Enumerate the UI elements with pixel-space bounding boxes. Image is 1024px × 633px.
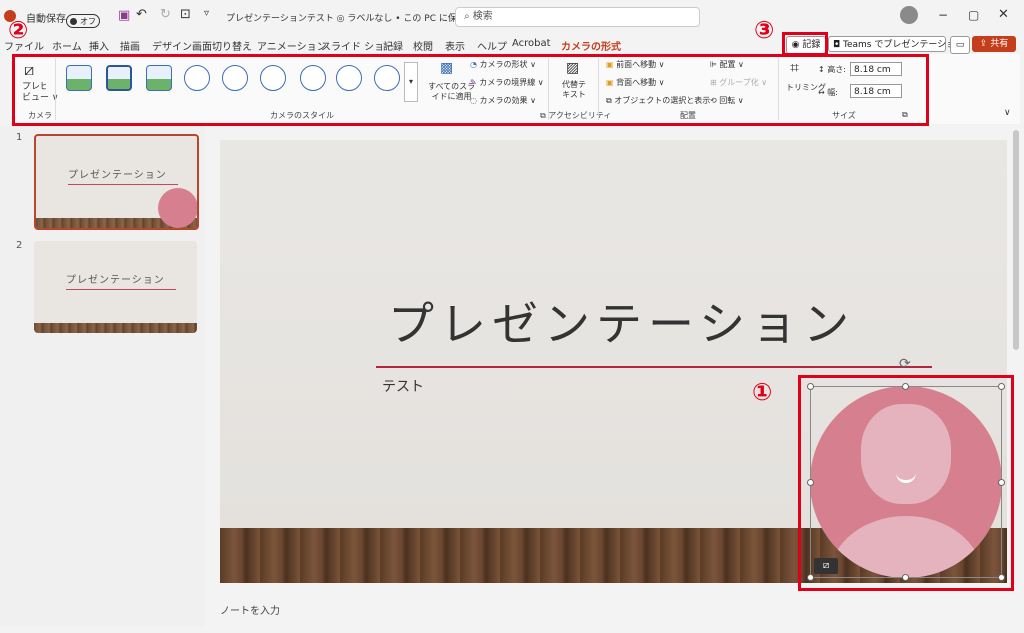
tab-help[interactable]: ヘルプ — [477, 38, 507, 53]
callout-2: ② — [8, 16, 29, 44]
teams-present-button[interactable]: ◘ Teams でプレゼンテーション — [828, 36, 964, 52]
slide-thumbnail-2[interactable]: プレゼンテーション — [34, 241, 197, 333]
tab-insert[interactable]: 挿入 — [89, 38, 109, 53]
customize-icon[interactable]: ▿ — [204, 8, 209, 19]
notes-pane[interactable]: ノートを入力 — [220, 602, 1007, 626]
search-icon: ⌕ — [464, 11, 473, 22]
tab-acrobat[interactable]: Acrobat — [512, 38, 551, 49]
tab-record[interactable]: 記録 — [383, 38, 403, 53]
tab-home[interactable]: ホーム — [52, 38, 82, 53]
doc-info[interactable]: プレゼンテーションテスト ◎ ラベルなし • この PC に保存済み ∨ — [226, 11, 493, 24]
title-bar: 自動保存 オフ ▣ ↶ ↻ ⊡ ▿ プレゼンテーションテスト ◎ ラベルなし •… — [0, 0, 1024, 34]
tab-review[interactable]: 校閲 — [413, 38, 433, 53]
camera-highlight-box — [798, 375, 1014, 591]
slide-number: 1 — [16, 132, 23, 143]
callout-1: ① — [752, 378, 773, 406]
redo-icon[interactable]: ↻ — [160, 7, 171, 22]
title-divider — [376, 366, 932, 368]
vertical-scrollbar[interactable] — [1013, 130, 1019, 350]
present-icon[interactable]: ⊡ — [180, 7, 191, 22]
maximize-icon[interactable]: ▢ — [968, 8, 979, 22]
tab-draw[interactable]: 描画 — [120, 38, 140, 53]
collapse-ribbon-icon[interactable]: ∨ — [1004, 108, 1011, 118]
tab-design[interactable]: デザイン — [152, 38, 192, 53]
share-icon: ⇪ — [979, 39, 988, 49]
camera-thumbnail — [158, 188, 197, 228]
rotate-handle-icon[interactable]: ⟳ — [899, 356, 911, 372]
avatar[interactable] — [900, 6, 918, 24]
thumbnail-title: プレゼンテーション — [66, 275, 165, 286]
close-icon[interactable]: ✕ — [998, 7, 1009, 22]
comment-button[interactable]: ▭ — [950, 36, 970, 54]
slide-title[interactable]: プレゼンテーション — [388, 288, 855, 354]
slide-thumbnail-1[interactable]: プレゼンテーション — [34, 134, 199, 230]
notes-placeholder: ノートを入力 — [220, 606, 280, 617]
search-input[interactable]: ⌕ 検索 — [455, 7, 700, 27]
record-highlight-box — [782, 32, 828, 56]
thumbnail-title: プレゼンテーション — [68, 170, 167, 181]
minimize-icon[interactable]: − — [938, 8, 948, 22]
tab-transitions[interactable]: 画面切り替え — [192, 38, 252, 53]
tab-animations[interactable]: アニメーション — [257, 38, 327, 53]
autosave-toggle[interactable]: オフ — [66, 14, 100, 28]
ribbon-highlight-box — [12, 54, 929, 126]
teams-icon: ◘ — [833, 40, 841, 50]
undo-icon[interactable]: ↶ — [136, 7, 147, 22]
slide-subtitle[interactable]: テスト — [382, 376, 424, 396]
save-icon[interactable]: ▣ — [118, 8, 130, 23]
slide-number: 2 — [16, 240, 23, 251]
share-button[interactable]: ⇪ 共有 — [972, 36, 1016, 52]
comment-icon: ▭ — [955, 40, 965, 50]
callout-3: ③ — [754, 16, 775, 44]
tab-view[interactable]: 表示 — [445, 38, 465, 53]
autosave-label: 自動保存 — [26, 14, 66, 25]
